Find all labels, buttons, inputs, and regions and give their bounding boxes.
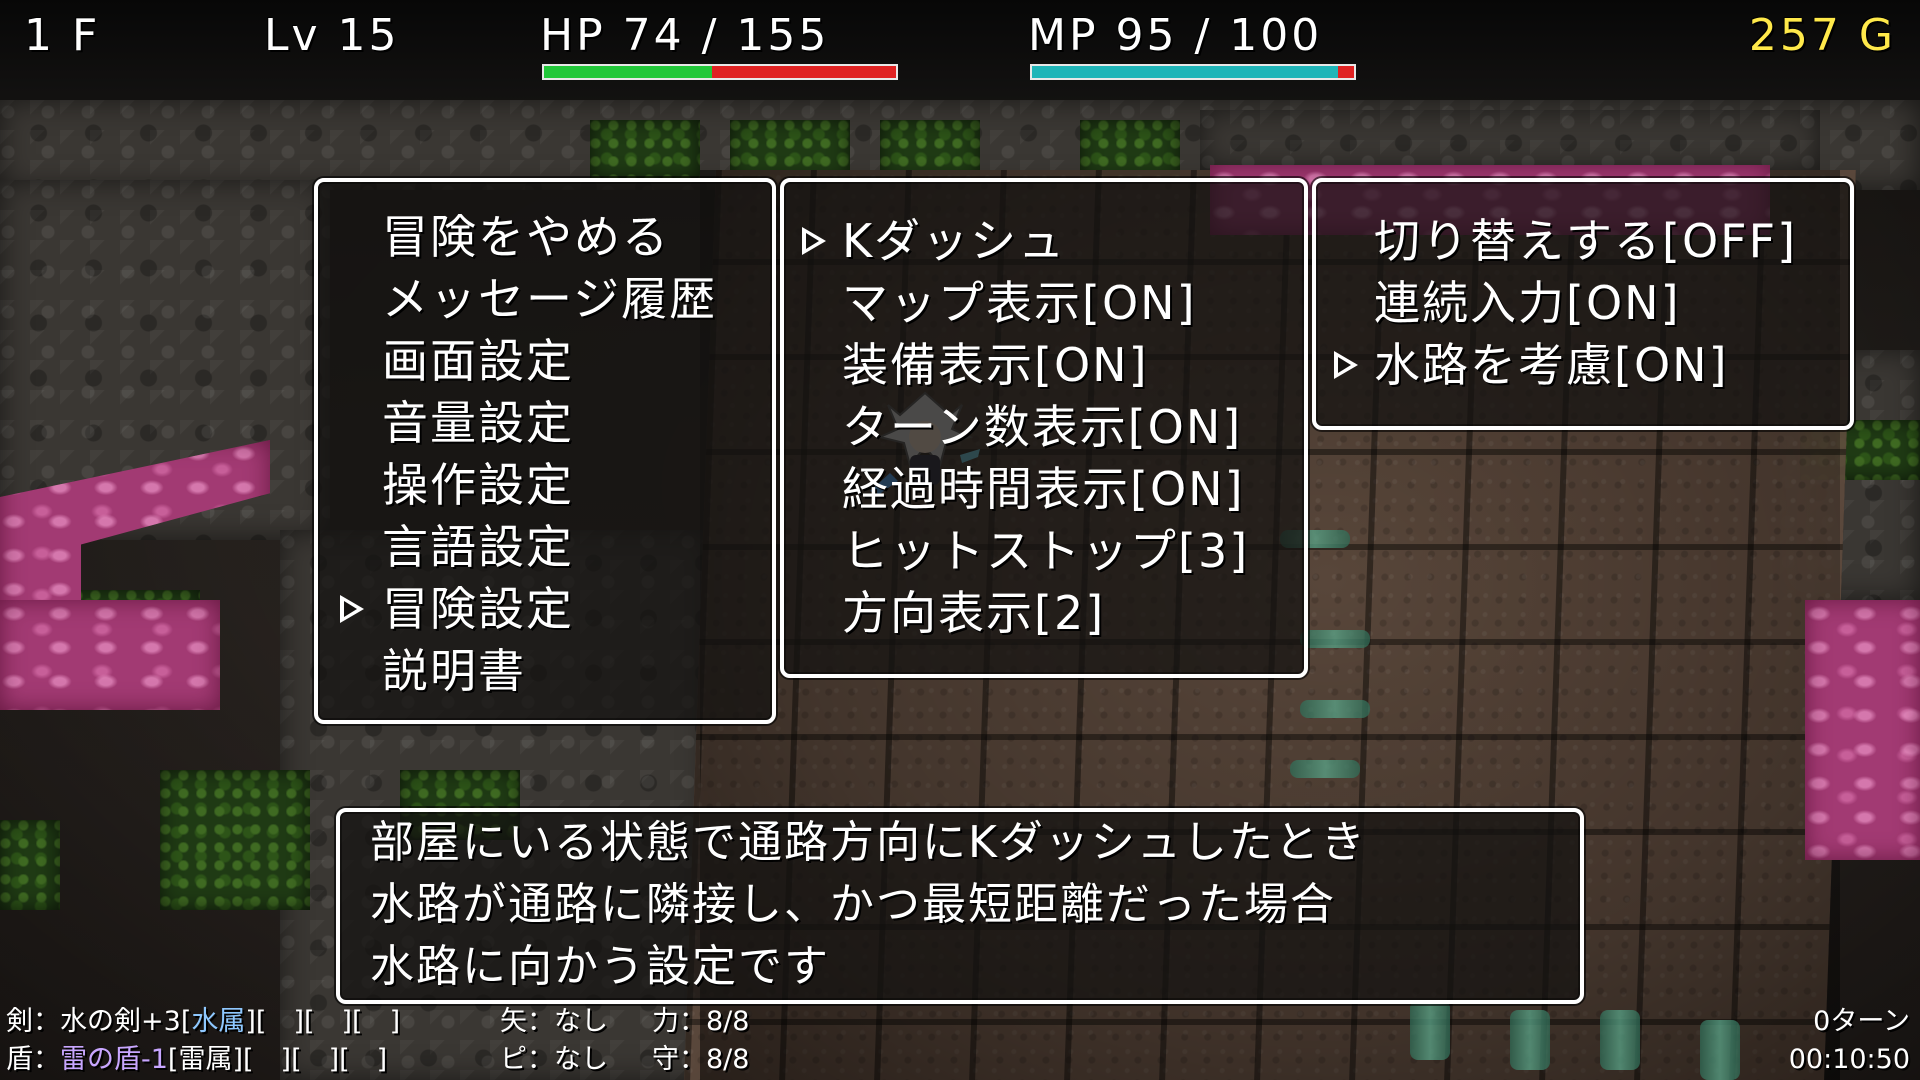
description-line: 水路に向かう設定です xyxy=(370,941,830,992)
adventure-item-equipment-display[interactable]: 装備表示[ON] xyxy=(842,334,1149,396)
main-menu-item-screen-settings[interactable]: 画面設定 xyxy=(382,330,574,392)
hp-bar xyxy=(542,64,898,80)
gold-counter: 257 G xyxy=(1748,10,1896,61)
shield-attribute: [雷属] xyxy=(167,1044,243,1075)
water-channel xyxy=(0,600,220,710)
shield-label: 盾： xyxy=(6,1044,60,1075)
adventure-item-elapsed-display[interactable]: 経過時間表示[ON] xyxy=(842,458,1245,520)
arrow-status: 矢：なし xyxy=(500,1006,608,1037)
grass-patch xyxy=(160,770,310,910)
hp-text: HP 74 / 155 xyxy=(540,10,830,61)
kdash-menu-cursor-icon xyxy=(1334,351,1358,379)
main-menu-item-quit[interactable]: 冒険をやめる xyxy=(382,206,670,268)
sword-attribute: 水属 xyxy=(191,1006,246,1037)
main-menu-item-control-settings[interactable]: 操作設定 xyxy=(382,454,574,516)
water-channel xyxy=(1805,600,1920,860)
main-menu-item-manual[interactable]: 説明書 xyxy=(382,640,526,702)
kdash-item-toggle[interactable]: 切り替えする[OFF] xyxy=(1374,210,1797,272)
water-plant xyxy=(1700,1020,1740,1080)
sword-name: 水の剣+3 xyxy=(60,1006,181,1037)
pi-status: ピ：なし xyxy=(500,1044,608,1075)
sword-status: 剣：水の剣+3[水属][ ][ ][ ] xyxy=(6,1004,400,1040)
mp-bar-fill xyxy=(1032,66,1338,78)
kdash-settings-window: 切り替えする[OFF] 連続入力[ON] 水路を考慮[ON] xyxy=(1312,178,1854,430)
shield-slots: [ ][ ][ ] xyxy=(243,1044,388,1075)
grass-patch xyxy=(0,820,60,910)
description-line: 水路が通路に隣接し、かつ最短距離だった場合 xyxy=(370,879,1336,930)
main-menu-window: 冒険をやめる メッセージ履歴 画面設定 音量設定 操作設定 言語設定 冒険設定 … xyxy=(314,178,776,724)
adventure-menu-cursor-icon xyxy=(802,227,826,255)
mp-text: MP 95 / 100 xyxy=(1028,10,1323,61)
adventure-item-kdash[interactable]: Kダッシュ xyxy=(842,210,1066,272)
water-plant xyxy=(1300,630,1370,648)
hp-bar-fill xyxy=(544,66,712,78)
adventure-item-hitstop[interactable]: ヒットストップ[3] xyxy=(842,520,1249,582)
description-line: 部屋にいる状態で通路方向にKダッシュしたとき xyxy=(370,817,1367,868)
main-menu-item-volume-settings[interactable]: 音量設定 xyxy=(382,392,574,454)
sword-slots: [ ][ ][ ] xyxy=(255,1006,401,1037)
defense-status: 守：8/8 xyxy=(652,1044,750,1075)
main-menu-item-adventure-settings[interactable]: 冒険設定 xyxy=(382,578,574,640)
turn-counter: 0ターン xyxy=(1813,1006,1910,1037)
floor-indicator: 1 F xyxy=(24,10,101,61)
main-menu-cursor-icon xyxy=(340,595,364,623)
shield-status: 盾：雷の盾-1[雷属][ ][ ][ ] xyxy=(6,1042,387,1078)
sword-attr-open: [ xyxy=(180,1006,192,1037)
shield-name: 雷の盾-1 xyxy=(60,1044,168,1075)
sword-label: 剣： xyxy=(6,1006,60,1037)
elapsed-time: 00:10:50 xyxy=(1788,1044,1910,1075)
adventure-item-turn-display[interactable]: ターン数表示[ON] xyxy=(842,396,1242,458)
grass-patch xyxy=(590,120,700,180)
description-window: 部屋にいる状態で通路方向にKダッシュしたとき 水路が通路に隣接し、かつ最短距離だ… xyxy=(336,808,1584,1004)
water-plant xyxy=(1600,1010,1640,1070)
water-plant xyxy=(1510,1010,1550,1070)
adventure-item-map-display[interactable]: マップ表示[ON] xyxy=(842,272,1197,334)
adventure-item-direction-display[interactable]: 方向表示[2] xyxy=(842,582,1105,644)
water-plant xyxy=(1290,760,1360,778)
power-status: 力：8/8 xyxy=(652,1006,750,1037)
main-menu-item-language-settings[interactable]: 言語設定 xyxy=(382,516,574,578)
adventure-settings-window: Kダッシュ マップ表示[ON] 装備表示[ON] ターン数表示[ON] 経過時間… xyxy=(780,178,1308,678)
stone-wall xyxy=(1200,110,1820,170)
kdash-item-continuous-input[interactable]: 連続入力[ON] xyxy=(1374,272,1681,334)
water-plant xyxy=(1300,700,1370,718)
mp-bar xyxy=(1030,64,1356,80)
water-plant xyxy=(1410,1000,1450,1060)
main-menu-item-message-log[interactable]: メッセージ履歴 xyxy=(382,268,717,330)
sword-attr-close: ] xyxy=(245,1006,256,1037)
kdash-item-consider-waterway[interactable]: 水路を考慮[ON] xyxy=(1374,334,1729,396)
level-indicator: Lv 15 xyxy=(264,10,400,61)
